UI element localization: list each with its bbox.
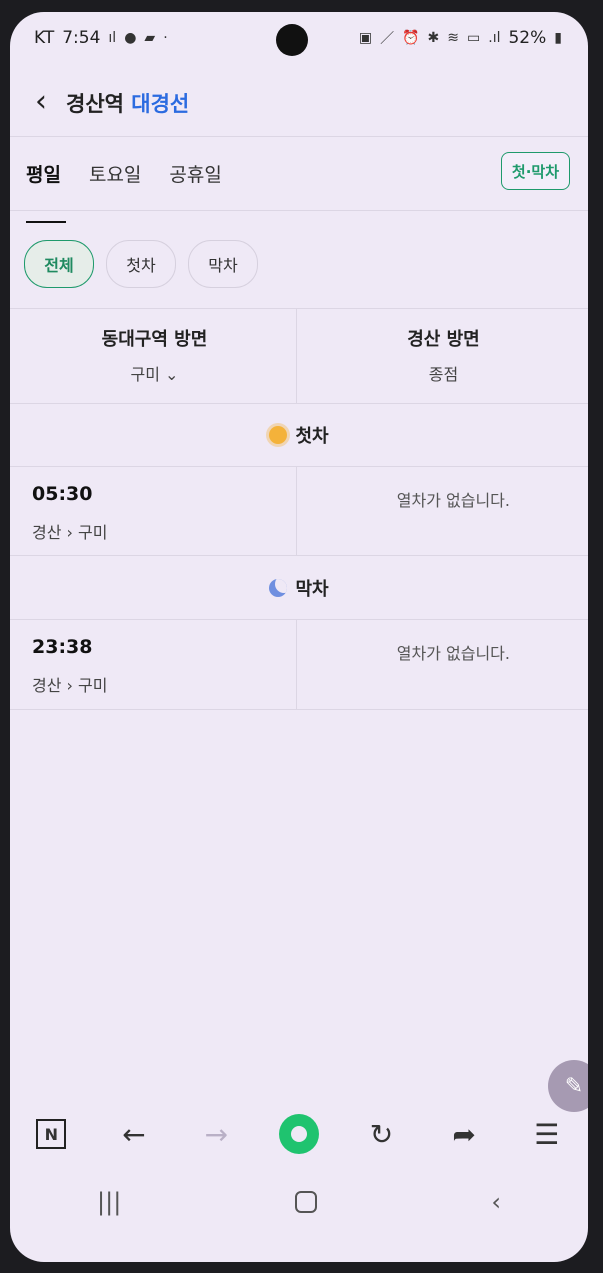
last-train-route: 경산 › 구미 [32, 672, 107, 696]
first-train-label: 첫차 [295, 426, 329, 447]
filter-chips: 전체 첫차 막차 [24, 240, 258, 288]
moon-icon [269, 579, 288, 597]
signal-activity-icon: ıl [108, 30, 117, 46]
pen-icon: ／ [380, 31, 395, 47]
chevron-left-icon: ‹ [35, 83, 47, 119]
status-right: ▣ ／ ⏰ ✱ ≋ ▭ .ıl 52% ▮ [359, 28, 562, 48]
cell-signal-icon: .ıl [488, 30, 501, 46]
last-train-time: 23:38 [32, 636, 93, 658]
direction-right-subtitle: 종점 [428, 365, 459, 384]
direction-divider [10, 403, 588, 404]
reload-button[interactable]: ↻ [360, 1112, 404, 1156]
direction-left-title: 동대구역 방면 [101, 329, 208, 350]
tab-weekday[interactable]: 평일 [26, 160, 66, 223]
column-divider [296, 309, 297, 403]
chip-first-train[interactable]: 첫차 [106, 240, 176, 288]
naver-n-icon: N [36, 1119, 67, 1149]
system-home-button[interactable] [295, 1191, 318, 1213]
carrier-label: KT [34, 28, 55, 48]
last-train-right-cell: 열차가 없습니다. [299, 620, 588, 709]
browser-back-button[interactable]: ← [112, 1112, 156, 1156]
system-back-button[interactable]: ‹ [491, 1188, 501, 1216]
arrow-right-icon: → [204, 1117, 229, 1151]
tab-holiday[interactable]: 공휴일 [169, 160, 221, 201]
arrow-left-icon: ← [122, 1117, 146, 1151]
tab-saturday[interactable]: 토요일 [89, 160, 141, 201]
day-tabs: 평일 토요일 공휴일 [26, 160, 222, 223]
talk-icon: ● [124, 30, 137, 46]
recent-apps-button[interactable]: ||| [97, 1188, 121, 1216]
chevron-right-icon: › [66, 523, 79, 542]
header-divider [10, 136, 588, 137]
first-row-divider [10, 555, 588, 556]
last-train-left-cell[interactable]: 23:38 경산 › 구미 [10, 620, 299, 709]
system-navigation-bar: ||| ‹ [10, 1182, 588, 1222]
station-name: 경산역 [66, 92, 124, 116]
status-bar: KT 7:54 ıl ● ▰ · ▣ ／ ⏰ ✱ ≋ ▭ .ıl 52% ▮ [10, 12, 588, 64]
last-train-row: 23:38 경산 › 구미 열차가 없습니다. [10, 620, 588, 709]
green-dot-home-button[interactable] [277, 1112, 321, 1156]
first-train-time: 05:30 [32, 483, 93, 505]
direction-left-destination: 구미 [130, 365, 160, 384]
column-divider [296, 620, 297, 709]
chip-last-train[interactable]: 막차 [188, 240, 258, 288]
share-button[interactable]: ➦ [442, 1112, 486, 1156]
no-train-message: 열차가 없습니다. [396, 491, 510, 510]
browser-forward-button[interactable]: → [194, 1112, 238, 1156]
back-button[interactable]: ‹ [24, 83, 58, 119]
direction-left-subtitle[interactable]: 구미 ⌄ [10, 361, 299, 385]
chip-all[interactable]: 전체 [24, 240, 94, 288]
naver-home-button[interactable]: N [29, 1112, 73, 1156]
floating-pen-button[interactable]: ✎ [548, 1060, 588, 1112]
hd-icon: ▭ [467, 30, 481, 46]
last-train-heading: 막차 [10, 558, 588, 618]
chevron-down-icon: ⌄ [159, 365, 179, 384]
route-origin: 경산 [32, 676, 62, 695]
message-icon: ▰ [144, 30, 156, 46]
no-train-message: 열차가 없습니다. [396, 644, 510, 663]
front-camera [276, 24, 308, 56]
direction-left[interactable]: 동대구역 방면 구미 ⌄ [10, 309, 299, 403]
direction-right: 경산 방면 종점 [299, 309, 588, 403]
share-arrow-icon: ➦ [452, 1117, 476, 1151]
direction-header: 동대구역 방면 구미 ⌄ 경산 방면 종점 [10, 309, 588, 403]
page-title: 경산역 대경선 [66, 88, 189, 118]
phone-screen: KT 7:54 ıl ● ▰ · ▣ ／ ⏰ ✱ ≋ ▭ .ıl 52% ▮ ‹… [10, 12, 588, 1262]
sun-icon [269, 426, 288, 444]
direction-right-title: 경산 방면 [407, 329, 480, 350]
route-origin: 경산 [32, 523, 62, 542]
status-left: KT 7:54 ıl ● ▰ · [34, 28, 168, 48]
bluetooth-icon: ✱ [427, 30, 440, 46]
clock: 7:54 [62, 28, 101, 48]
hamburger-icon: ☰ [534, 1117, 560, 1151]
first-train-right-cell: 열차가 없습니다. [299, 467, 588, 555]
battery-icon: ▮ [554, 30, 562, 46]
route-destination: 구미 [78, 676, 108, 695]
first-train-left-cell[interactable]: 05:30 경산 › 구미 [10, 467, 299, 555]
battery-level: 52% [508, 28, 547, 48]
line-name: 대경선 [131, 92, 190, 116]
column-divider [296, 467, 297, 555]
pencil-icon: ✎ [564, 1073, 584, 1099]
browser-toolbar: N ← → ↻ ➦ ☰ [10, 1106, 588, 1162]
last-train-label: 막차 [295, 579, 329, 600]
lock-icon: ▣ [358, 30, 373, 46]
tabs-divider [10, 210, 588, 211]
chevron-right-icon: › [66, 676, 79, 695]
menu-button[interactable]: ☰ [525, 1112, 569, 1156]
app-bar: ‹ 경산역 대경선 [10, 76, 588, 132]
dot-icon: · [163, 30, 168, 46]
first-train-route: 경산 › 구미 [32, 519, 107, 543]
first-train-row: 05:30 경산 › 구미 열차가 없습니다. [10, 467, 588, 555]
last-row-divider [10, 709, 588, 710]
route-destination: 구미 [78, 523, 108, 542]
first-train-heading: 첫차 [10, 405, 588, 465]
alarm-icon: ⏰ [402, 30, 420, 46]
green-circle-icon [278, 1114, 319, 1154]
reload-icon: ↻ [369, 1117, 394, 1151]
wifi-icon: ≋ [447, 30, 460, 46]
first-last-train-button[interactable]: 첫·막차 [500, 152, 570, 190]
